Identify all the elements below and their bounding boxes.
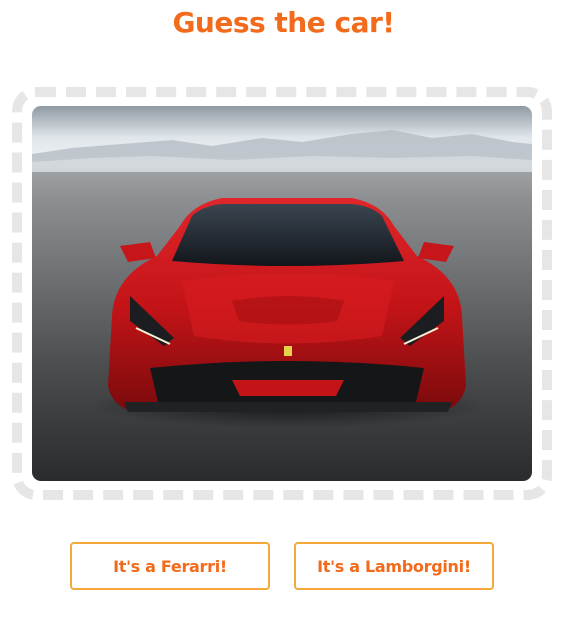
quiz-title: Guess the car! [172, 6, 395, 39]
car-photo [32, 106, 532, 481]
quiz-page: Guess the car! It's a Ferarri! It's a La… [0, 0, 567, 628]
answer-lamborghini-button[interactable]: It's a Lamborgini! [294, 542, 494, 590]
red-sports-car-photo-icon [32, 106, 532, 481]
answer-ferrari-button[interactable]: It's a Ferarri! [70, 542, 270, 590]
